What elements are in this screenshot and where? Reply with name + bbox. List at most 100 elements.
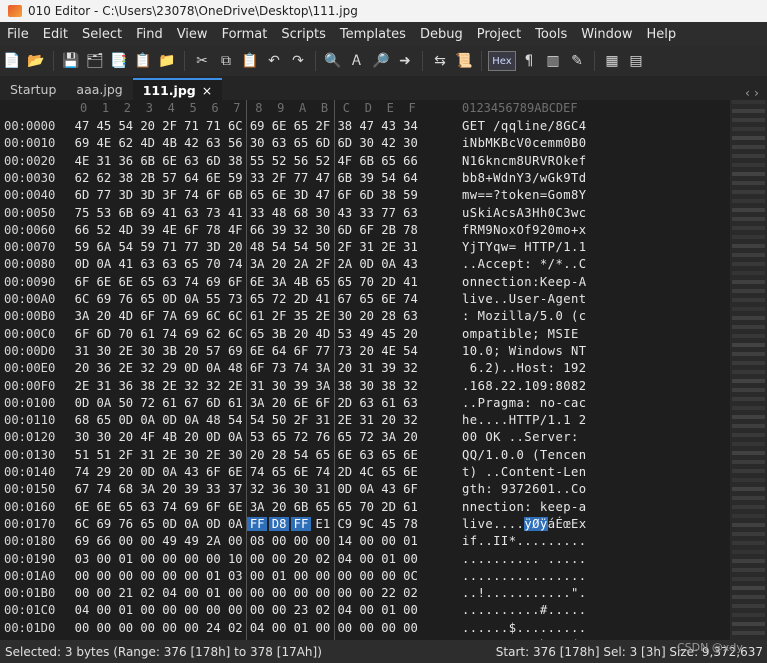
hex-byte[interactable]: 65 xyxy=(313,448,333,462)
hex-byte[interactable]: 30 xyxy=(357,136,377,150)
hex-byte[interactable]: 77 xyxy=(379,206,399,220)
menu-item-find[interactable]: Find xyxy=(129,27,170,42)
hex-byte[interactable]: 3D xyxy=(116,188,136,202)
goto-icon[interactable]: ➜ xyxy=(394,50,416,72)
hex-byte[interactable]: 47 xyxy=(313,188,333,202)
ascii-text[interactable]: ..Accept: */*..C xyxy=(462,257,587,271)
hex-byte[interactable]: 68 xyxy=(72,413,92,427)
hex-byte[interactable]: 3D xyxy=(203,240,223,254)
hex-byte[interactable]: 49 xyxy=(160,534,180,548)
hex-byte[interactable]: 20 xyxy=(357,309,377,323)
hex-byte[interactable]: 73 xyxy=(225,292,245,306)
hex-byte[interactable]: 30 xyxy=(335,309,355,323)
hex-byte[interactable]: 63 xyxy=(160,275,180,289)
hex-byte[interactable]: 20 xyxy=(225,240,245,254)
hex-byte[interactable]: 43 xyxy=(182,465,202,479)
hex-byte[interactable]: 32 xyxy=(203,379,223,393)
hex-byte[interactable]: 6C xyxy=(72,292,92,306)
hex-byte[interactable]: 6F xyxy=(247,361,267,375)
hex-byte[interactable]: 65 xyxy=(247,292,267,306)
hex-byte[interactable]: 31 xyxy=(357,240,377,254)
hex-byte[interactable]: 6E xyxy=(269,188,289,202)
hex-byte[interactable]: 34 xyxy=(401,119,421,133)
hex-byte[interactable]: 3A xyxy=(269,275,289,289)
hex-byte[interactable]: 20 xyxy=(182,430,202,444)
hex-byte[interactable]: 39 xyxy=(269,223,289,237)
hex-byte[interactable]: 53 xyxy=(247,430,267,444)
hex-byte[interactable]: 00 xyxy=(313,586,333,600)
hex-byte[interactable]: 0D xyxy=(138,465,158,479)
hex-byte[interactable]: 76 xyxy=(313,430,333,444)
hex-byte[interactable]: 67 xyxy=(335,292,355,306)
hex-byte[interactable]: 63 xyxy=(138,257,158,271)
hex-byte[interactable]: 04 xyxy=(247,621,267,635)
cut-icon[interactable]: ✂ xyxy=(191,50,213,72)
hex-byte[interactable]: 49 xyxy=(357,327,377,341)
menu-item-help[interactable]: Help xyxy=(640,27,684,42)
hex-byte[interactable]: 63 xyxy=(401,309,421,323)
hex-byte[interactable]: 20 xyxy=(401,430,421,444)
menu-item-scripts[interactable]: Scripts xyxy=(274,27,332,42)
hex-byte[interactable]: 70 xyxy=(203,257,223,271)
hex-byte[interactable]: 6D xyxy=(335,136,355,150)
columns-icon[interactable]: ▥ xyxy=(542,50,564,72)
hex-byte[interactable]: 0A xyxy=(94,396,114,410)
hex-byte[interactable]: 70 xyxy=(357,500,377,514)
hex-byte[interactable]: 20 xyxy=(116,465,136,479)
hex-byte[interactable]: 39 xyxy=(291,379,311,393)
hex-byte[interactable]: 59 xyxy=(225,171,245,185)
hex-byte[interactable]: 9C xyxy=(357,517,377,531)
find-in-files-icon[interactable]: 🔎 xyxy=(370,50,392,72)
ascii-text[interactable]: YjTYqw= HTTP/1.1 xyxy=(462,240,587,254)
ascii-text[interactable]: gth: 9372601..Co xyxy=(462,482,587,496)
hex-byte[interactable]: 41 xyxy=(116,257,136,271)
hex-byte[interactable]: 00 xyxy=(357,621,377,635)
hex-byte[interactable]: 6B xyxy=(357,154,377,168)
hex-byte[interactable]: 32 xyxy=(401,413,421,427)
hex-byte[interactable]: 54 xyxy=(225,413,245,427)
hex-byte[interactable]: 00 xyxy=(379,621,399,635)
hex-byte[interactable]: 65 xyxy=(313,275,333,289)
hex-byte[interactable]: 6D xyxy=(335,223,355,237)
hex-byte[interactable]: 65 xyxy=(357,292,377,306)
hex-byte[interactable]: 04 xyxy=(72,603,92,617)
hex-byte[interactable]: 3A xyxy=(72,309,92,323)
hex-byte[interactable]: FF xyxy=(291,516,311,531)
hex-byte[interactable]: 6E xyxy=(247,344,267,358)
hex-byte[interactable]: 55 xyxy=(247,154,267,168)
hex-byte[interactable]: 38 xyxy=(116,171,136,185)
hex-byte[interactable]: 4E xyxy=(160,223,180,237)
copy-file-icon[interactable]: 📋 xyxy=(132,50,154,72)
hex-byte[interactable]: 6F xyxy=(138,309,158,323)
hex-byte[interactable]: 2E xyxy=(116,361,136,375)
ascii-text[interactable]: mw==?token=Gom8Y xyxy=(462,188,587,202)
hex-byte[interactable]: 01 xyxy=(401,534,421,548)
hex-byte[interactable]: 66 xyxy=(94,534,114,548)
hex-byte[interactable]: 63 xyxy=(269,136,289,150)
hex-byte[interactable]: 0D xyxy=(335,482,355,496)
hex-byte[interactable]: 2D xyxy=(335,396,355,410)
hex-byte[interactable]: 6E xyxy=(225,465,245,479)
ascii-text[interactable]: iNbMKBcV0cemm0B0 xyxy=(462,136,587,150)
hex-byte[interactable]: 65 xyxy=(138,292,158,306)
ascii-text[interactable]: N16kncm8URVROkef xyxy=(462,154,587,168)
hex-byte[interactable]: 42 xyxy=(182,136,202,150)
hex-byte[interactable]: 53 xyxy=(94,206,114,220)
hex-byte[interactable]: 00 xyxy=(357,603,377,617)
hex-byte[interactable]: 69 xyxy=(138,206,158,220)
hex-byte[interactable]: 00 xyxy=(269,552,289,566)
hex-byte[interactable]: 74 xyxy=(160,327,180,341)
hex-byte[interactable]: 0A xyxy=(182,517,202,531)
hex-byte[interactable]: 00 xyxy=(138,569,158,583)
hex-byte[interactable]: 63 xyxy=(401,396,421,410)
hex-byte[interactable]: 28 xyxy=(379,309,399,323)
hex-byte[interactable]: 23 xyxy=(291,603,311,617)
hex-byte[interactable]: 6F xyxy=(203,500,223,514)
hex-byte[interactable]: 31 xyxy=(313,413,333,427)
hex-byte[interactable]: 38 xyxy=(138,379,158,393)
hex-byte[interactable]: 00 xyxy=(379,569,399,583)
hex-byte[interactable]: 2F xyxy=(313,257,333,271)
hex-byte[interactable]: 2E xyxy=(313,309,333,323)
menu-item-debug[interactable]: Debug xyxy=(413,27,470,42)
hex-byte[interactable]: 20 xyxy=(269,257,289,271)
